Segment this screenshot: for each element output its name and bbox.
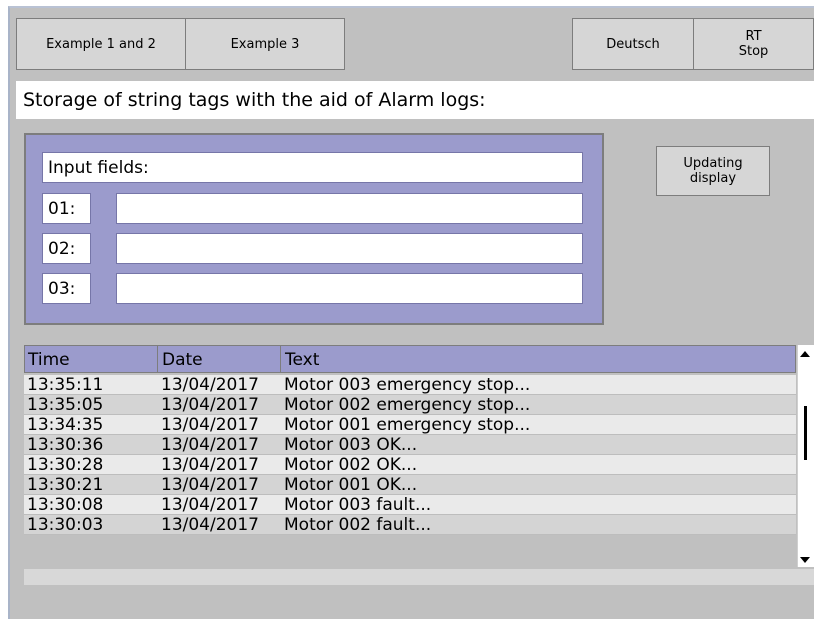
cell-date: 13/04/2017 bbox=[161, 455, 259, 475]
cell-text: Motor 002 emergency stop... bbox=[284, 395, 531, 415]
updating-display-line1: Updating bbox=[683, 156, 743, 171]
input-field-01[interactable] bbox=[116, 193, 583, 224]
input-label-03: 03: bbox=[42, 273, 91, 304]
updating-display-line2: display bbox=[689, 171, 737, 186]
cell-time: 13:30:21 bbox=[27, 475, 104, 495]
deutsch-button[interactable]: Deutsch bbox=[572, 18, 694, 70]
input-fields-panel: Input fields: 01: 02: 03: bbox=[24, 133, 604, 325]
cell-time: 13:34:35 bbox=[27, 415, 104, 435]
scroll-thumb[interactable] bbox=[804, 406, 807, 460]
table-body: 13:35:11 13/04/2017 Motor 003 emergency … bbox=[24, 375, 796, 535]
cell-time: 13:35:05 bbox=[27, 395, 104, 415]
scroll-down-arrow-icon[interactable] bbox=[800, 557, 810, 563]
page-title: Storage of string tags with the aid of A… bbox=[16, 81, 814, 119]
rt-stop-line2: Stop bbox=[738, 44, 769, 59]
cell-time: 13:30:28 bbox=[27, 455, 104, 475]
cell-date: 13/04/2017 bbox=[161, 435, 259, 455]
table-row[interactable]: 13:30:03 13/04/2017 Motor 002 fault... bbox=[24, 515, 796, 535]
table-row[interactable]: 13:30:28 13/04/2017 Motor 002 OK... bbox=[24, 455, 796, 475]
cell-time: 13:30:36 bbox=[27, 435, 104, 455]
input-label-01: 01: bbox=[42, 193, 91, 224]
rt-stop-button[interactable]: RT Stop bbox=[693, 18, 814, 70]
example-1-and-2-button[interactable]: Example 1 and 2 bbox=[16, 18, 186, 70]
cell-text: Motor 003 fault... bbox=[284, 495, 432, 515]
input-fields-header: Input fields: bbox=[42, 152, 583, 183]
table-header: Time Date Text bbox=[24, 345, 796, 373]
cell-text: Motor 002 OK... bbox=[284, 455, 418, 475]
cell-text: Motor 002 fault... bbox=[284, 515, 432, 535]
cell-text: Motor 003 OK... bbox=[284, 435, 418, 455]
cell-date: 13/04/2017 bbox=[161, 515, 259, 535]
rt-stop-line1: RT bbox=[745, 29, 762, 44]
updating-display-button[interactable]: Updating display bbox=[656, 146, 770, 196]
cell-time: 13:30:08 bbox=[27, 495, 104, 515]
column-header-date[interactable]: Date bbox=[162, 350, 203, 370]
vertical-scrollbar[interactable] bbox=[797, 345, 814, 567]
cell-time: 13:30:03 bbox=[27, 515, 104, 535]
cell-text: Motor 001 emergency stop... bbox=[284, 415, 531, 435]
cell-date: 13/04/2017 bbox=[161, 395, 259, 415]
alarm-log-table: Time Date Text 13:35:11 13/04/2017 Motor… bbox=[24, 345, 814, 567]
table-row[interactable]: 13:35:11 13/04/2017 Motor 003 emergency … bbox=[24, 375, 796, 395]
input-field-03[interactable] bbox=[116, 273, 583, 304]
cell-time: 13:35:11 bbox=[27, 375, 104, 395]
cell-date: 13/04/2017 bbox=[161, 475, 259, 495]
cell-date: 13/04/2017 bbox=[161, 375, 259, 395]
input-label-02: 02: bbox=[42, 233, 91, 264]
table-footer-strip bbox=[24, 569, 814, 585]
cell-date: 13/04/2017 bbox=[161, 415, 259, 435]
cell-text: Motor 001 OK... bbox=[284, 475, 418, 495]
column-header-text[interactable]: Text bbox=[285, 350, 319, 370]
table-row[interactable]: 13:35:05 13/04/2017 Motor 002 emergency … bbox=[24, 395, 796, 415]
input-field-02[interactable] bbox=[116, 233, 583, 264]
table-row[interactable]: 13:30:08 13/04/2017 Motor 003 fault... bbox=[24, 495, 796, 515]
table-row[interactable]: 13:30:36 13/04/2017 Motor 003 OK... bbox=[24, 435, 796, 455]
example-3-button[interactable]: Example 3 bbox=[185, 18, 345, 70]
cell-text: Motor 003 emergency stop... bbox=[284, 375, 531, 395]
scroll-up-arrow-icon[interactable] bbox=[800, 351, 810, 357]
table-row[interactable]: 13:34:35 13/04/2017 Motor 001 emergency … bbox=[24, 415, 796, 435]
column-header-time[interactable]: Time bbox=[28, 350, 70, 370]
table-row[interactable]: 13:30:21 13/04/2017 Motor 001 OK... bbox=[24, 475, 796, 495]
cell-date: 13/04/2017 bbox=[161, 495, 259, 515]
